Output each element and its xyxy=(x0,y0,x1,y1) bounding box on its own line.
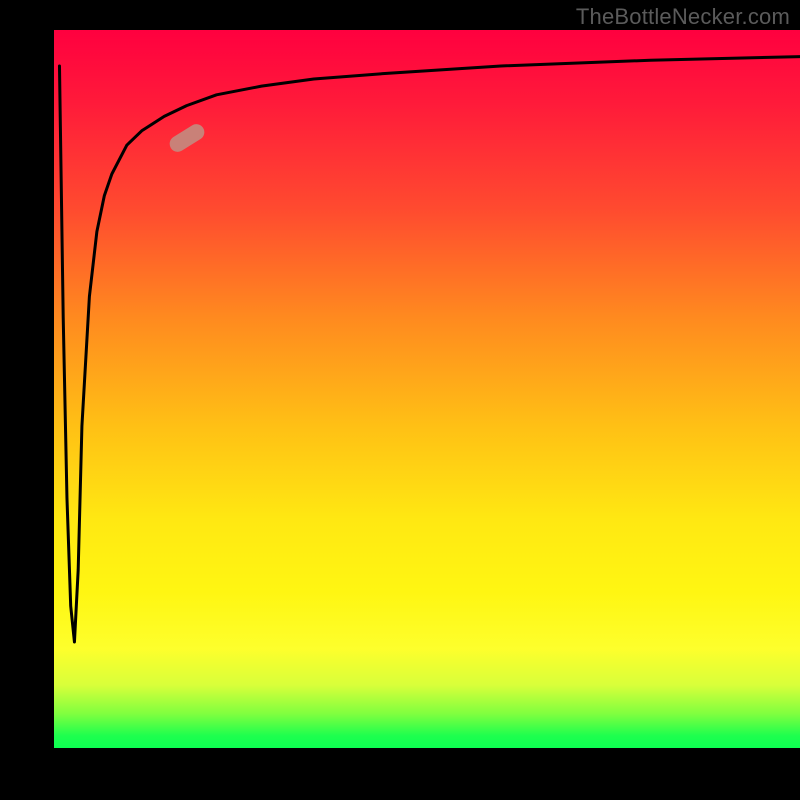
bottleneck-curve xyxy=(52,30,800,750)
chart-canvas: TheBottleNecker.com xyxy=(0,0,800,800)
attribution-label: TheBottleNecker.com xyxy=(576,4,790,30)
